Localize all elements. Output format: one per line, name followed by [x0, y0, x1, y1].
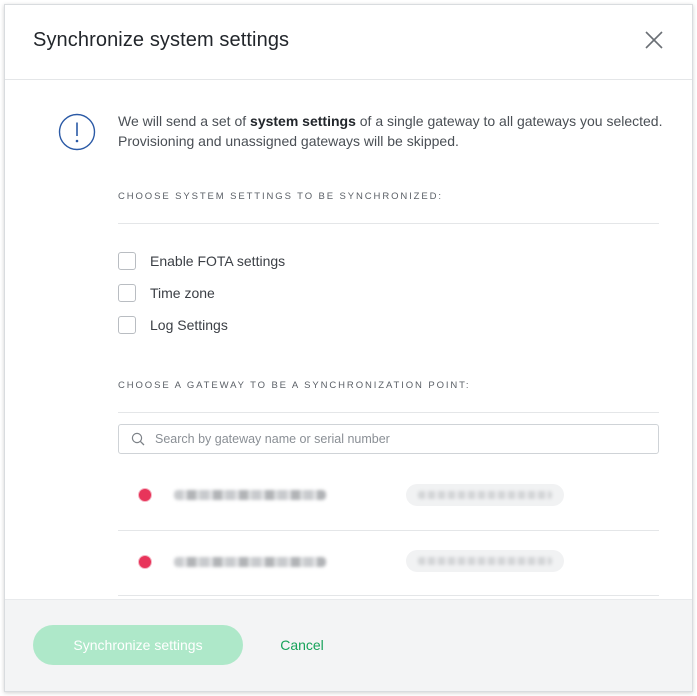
dialog-footer: Synchronize settings Cancel	[5, 599, 692, 691]
close-icon	[645, 31, 663, 49]
checkbox-log-settings[interactable]: Log Settings	[118, 314, 228, 336]
divider	[118, 223, 659, 224]
gateway-row[interactable]	[118, 463, 659, 527]
gateway-name-redacted	[174, 557, 326, 567]
checkbox-box[interactable]	[118, 284, 136, 302]
checkbox-label: Log Settings	[150, 317, 228, 333]
gateway-name-redacted	[174, 490, 326, 500]
gateway-row[interactable]	[118, 531, 659, 595]
close-button[interactable]	[643, 29, 665, 51]
checkbox-enable-fota[interactable]: Enable FOTA settings	[118, 250, 285, 272]
serial-text-redacted	[418, 557, 552, 565]
divider	[118, 412, 659, 413]
checkbox-label: Time zone	[150, 285, 215, 301]
dialog-title: Synchronize system settings	[33, 29, 290, 51]
dialog-header: Synchronize system settings	[5, 5, 692, 80]
row-divider	[118, 595, 659, 596]
checkbox-label: Enable FOTA settings	[150, 253, 286, 269]
serial-text-redacted	[418, 491, 552, 499]
info-text-before: We will send a set of	[118, 113, 251, 129]
info-text-bold: system settings	[250, 113, 356, 129]
gateway-search[interactable]	[118, 424, 659, 454]
search-icon	[131, 432, 145, 446]
sync-settings-dialog: Synchronize system settings We will send…	[4, 4, 693, 692]
checkbox-box[interactable]	[118, 316, 136, 334]
cancel-button[interactable]: Cancel	[269, 625, 335, 665]
checkbox-time-zone[interactable]: Time zone	[118, 282, 215, 304]
status-dot	[138, 488, 152, 502]
status-dot	[138, 555, 152, 569]
info-message: We will send a set of system settings of…	[118, 111, 663, 151]
gateway-section-label: CHOOSE A GATEWAY TO BE A SYNCHRONIZATION…	[118, 380, 471, 391]
search-input[interactable]	[153, 431, 637, 447]
settings-section-label: CHOOSE SYSTEM SETTINGS TO BE SYNCHRONIZE…	[118, 191, 443, 202]
checkbox-box[interactable]	[118, 252, 136, 270]
exclamation-circle-icon	[58, 113, 96, 151]
synchronize-settings-button[interactable]: Synchronize settings	[33, 625, 243, 665]
